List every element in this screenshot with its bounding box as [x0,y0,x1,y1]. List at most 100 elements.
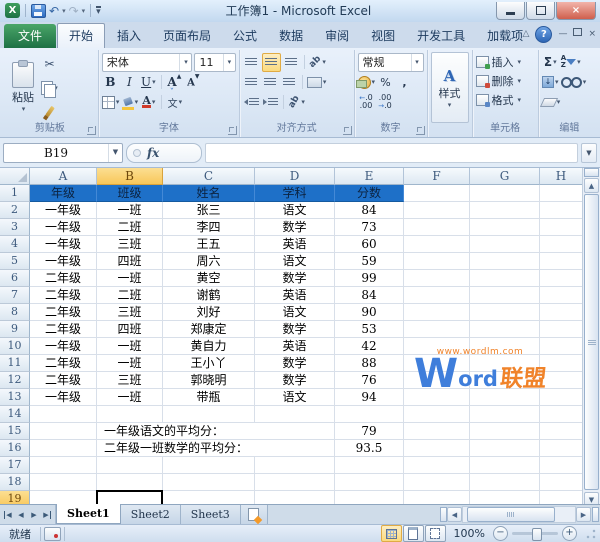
row-header-9[interactable]: 9 [0,321,30,338]
name-box[interactable]: B19 ▼ [3,143,123,163]
copy-button[interactable] [41,79,58,96]
cell-B15[interactable]: 一年级语文的平均分： [97,423,335,440]
column-header-F[interactable]: F [404,168,470,185]
cell-G14[interactable] [470,406,540,423]
redo-icon[interactable]: ↷ [69,4,79,18]
vertical-scroll-thumb[interactable] [584,194,599,490]
cell-E13[interactable]: 94 [335,389,404,406]
cell-C19[interactable] [163,491,255,504]
cell-H18[interactable] [540,474,583,491]
paste-button[interactable]: 粘贴 [5,52,41,123]
cell-G15[interactable] [470,423,540,440]
cell-D3[interactable]: 数学 [255,219,335,236]
cell-B4[interactable]: 三班 [97,236,163,253]
vertical-scrollbar[interactable]: ▲ ▼ [582,168,600,504]
dialog-launcher-icon[interactable] [343,126,352,135]
decrease-decimal-button[interactable]: .00→.0 [377,94,394,111]
expand-formula-bar-icon[interactable]: ▼ [581,143,597,163]
page-break-view-button[interactable] [425,525,446,542]
cell-C6[interactable]: 黄空 [163,270,255,287]
cell-E4[interactable]: 60 [335,236,404,253]
font-color-button[interactable]: A [140,94,157,111]
fill-button[interactable]: ↓ [542,74,559,91]
align-center-button[interactable] [262,74,279,91]
zoom-slider[interactable] [512,532,558,535]
cell-H5[interactable] [540,253,583,270]
wrap-text-button[interactable]: ab [288,94,305,111]
zoom-out-icon[interactable]: − [493,526,508,541]
cell-G2[interactable] [470,202,540,219]
cell-B17[interactable] [97,457,163,474]
cell-E14[interactable] [335,406,404,423]
column-header-D[interactable]: D [255,168,335,185]
cell-F8[interactable] [404,304,470,321]
cell-G17[interactable] [470,457,540,474]
cell-B12[interactable]: 三班 [97,372,163,389]
row-header-6[interactable]: 6 [0,270,30,287]
shrink-font-button[interactable]: A▼ [185,74,202,91]
insert-worksheet-button[interactable] [241,505,268,524]
bottom-align-button[interactable] [283,54,300,71]
merge-center-button[interactable] [307,74,327,91]
cell-styles-button[interactable]: A 样式 ▾ [431,52,469,123]
format-cells-button[interactable]: 格式 [476,90,535,109]
cell-C10[interactable]: 黄自力 [163,338,255,355]
cell-A18[interactable] [30,474,97,491]
cell-A4[interactable]: 一年级 [30,236,97,253]
cell-D6[interactable]: 数学 [255,270,335,287]
row-header-1[interactable]: 1 [0,185,30,202]
combo-arrow-icon[interactable]: ▾ [223,54,235,71]
ribbon-close-icon[interactable]: × [588,28,596,40]
zoom-level[interactable]: 100% [454,527,485,540]
row-header-10[interactable]: 10 [0,338,30,355]
cell-A6[interactable]: 二年级 [30,270,97,287]
row-header-2[interactable]: 2 [0,202,30,219]
row-header-4[interactable]: 4 [0,236,30,253]
align-right-button[interactable] [281,74,298,91]
row-header-17[interactable]: 17 [0,457,30,474]
normal-view-button[interactable] [381,525,402,542]
cell-D14[interactable] [255,406,335,423]
cell-A2[interactable]: 一年级 [30,202,97,219]
scroll-up-icon[interactable]: ▲ [584,178,599,193]
cell-H17[interactable] [540,457,583,474]
cell-A17[interactable] [30,457,97,474]
font-size-combo[interactable]: 11▾ [194,53,235,72]
cell-A5[interactable]: 一年级 [30,253,97,270]
cell-E1[interactable]: 分数 [335,185,404,202]
column-header-A[interactable]: A [30,168,97,185]
cell-F19[interactable] [404,491,470,504]
cell-H15[interactable] [540,423,583,440]
cell-F6[interactable] [404,270,470,287]
decrease-indent-button[interactable] [243,94,260,111]
help-icon[interactable]: ? [535,26,552,43]
cell-C3[interactable]: 李四 [163,219,255,236]
cell-D11[interactable]: 数学 [255,355,335,372]
cell-A13[interactable]: 一年级 [30,389,97,406]
ribbon-restore-icon[interactable] [573,28,582,40]
cell-F17[interactable] [404,457,470,474]
cell-C1[interactable]: 姓名 [163,185,255,202]
comma-style-button[interactable]: , [396,74,413,91]
clear-button[interactable] [542,94,561,111]
last-sheet-icon[interactable]: ▶ [41,508,53,521]
cell-B11[interactable]: 一班 [97,355,163,372]
cell-H8[interactable] [540,304,583,321]
cell-G5[interactable] [470,253,540,270]
column-header-C[interactable]: C [163,168,255,185]
cell-B14[interactable] [97,406,163,423]
row-header-15[interactable]: 15 [0,423,30,440]
grow-font-button[interactable]: A▲ [166,74,183,91]
horizontal-scroll-thumb[interactable] [467,507,555,522]
column-header-H[interactable]: H [540,168,583,185]
cell-E18[interactable] [335,474,404,491]
cell-G4[interactable] [470,236,540,253]
save-icon[interactable] [31,4,46,18]
cell-D5[interactable]: 语文 [255,253,335,270]
find-select-button[interactable] [561,74,587,91]
cell-E6[interactable]: 99 [335,270,404,287]
row-header-12[interactable]: 12 [0,372,30,389]
undo-icon[interactable]: ↶ [49,4,59,18]
cell-D10[interactable]: 英语 [255,338,335,355]
cell-H3[interactable] [540,219,583,236]
